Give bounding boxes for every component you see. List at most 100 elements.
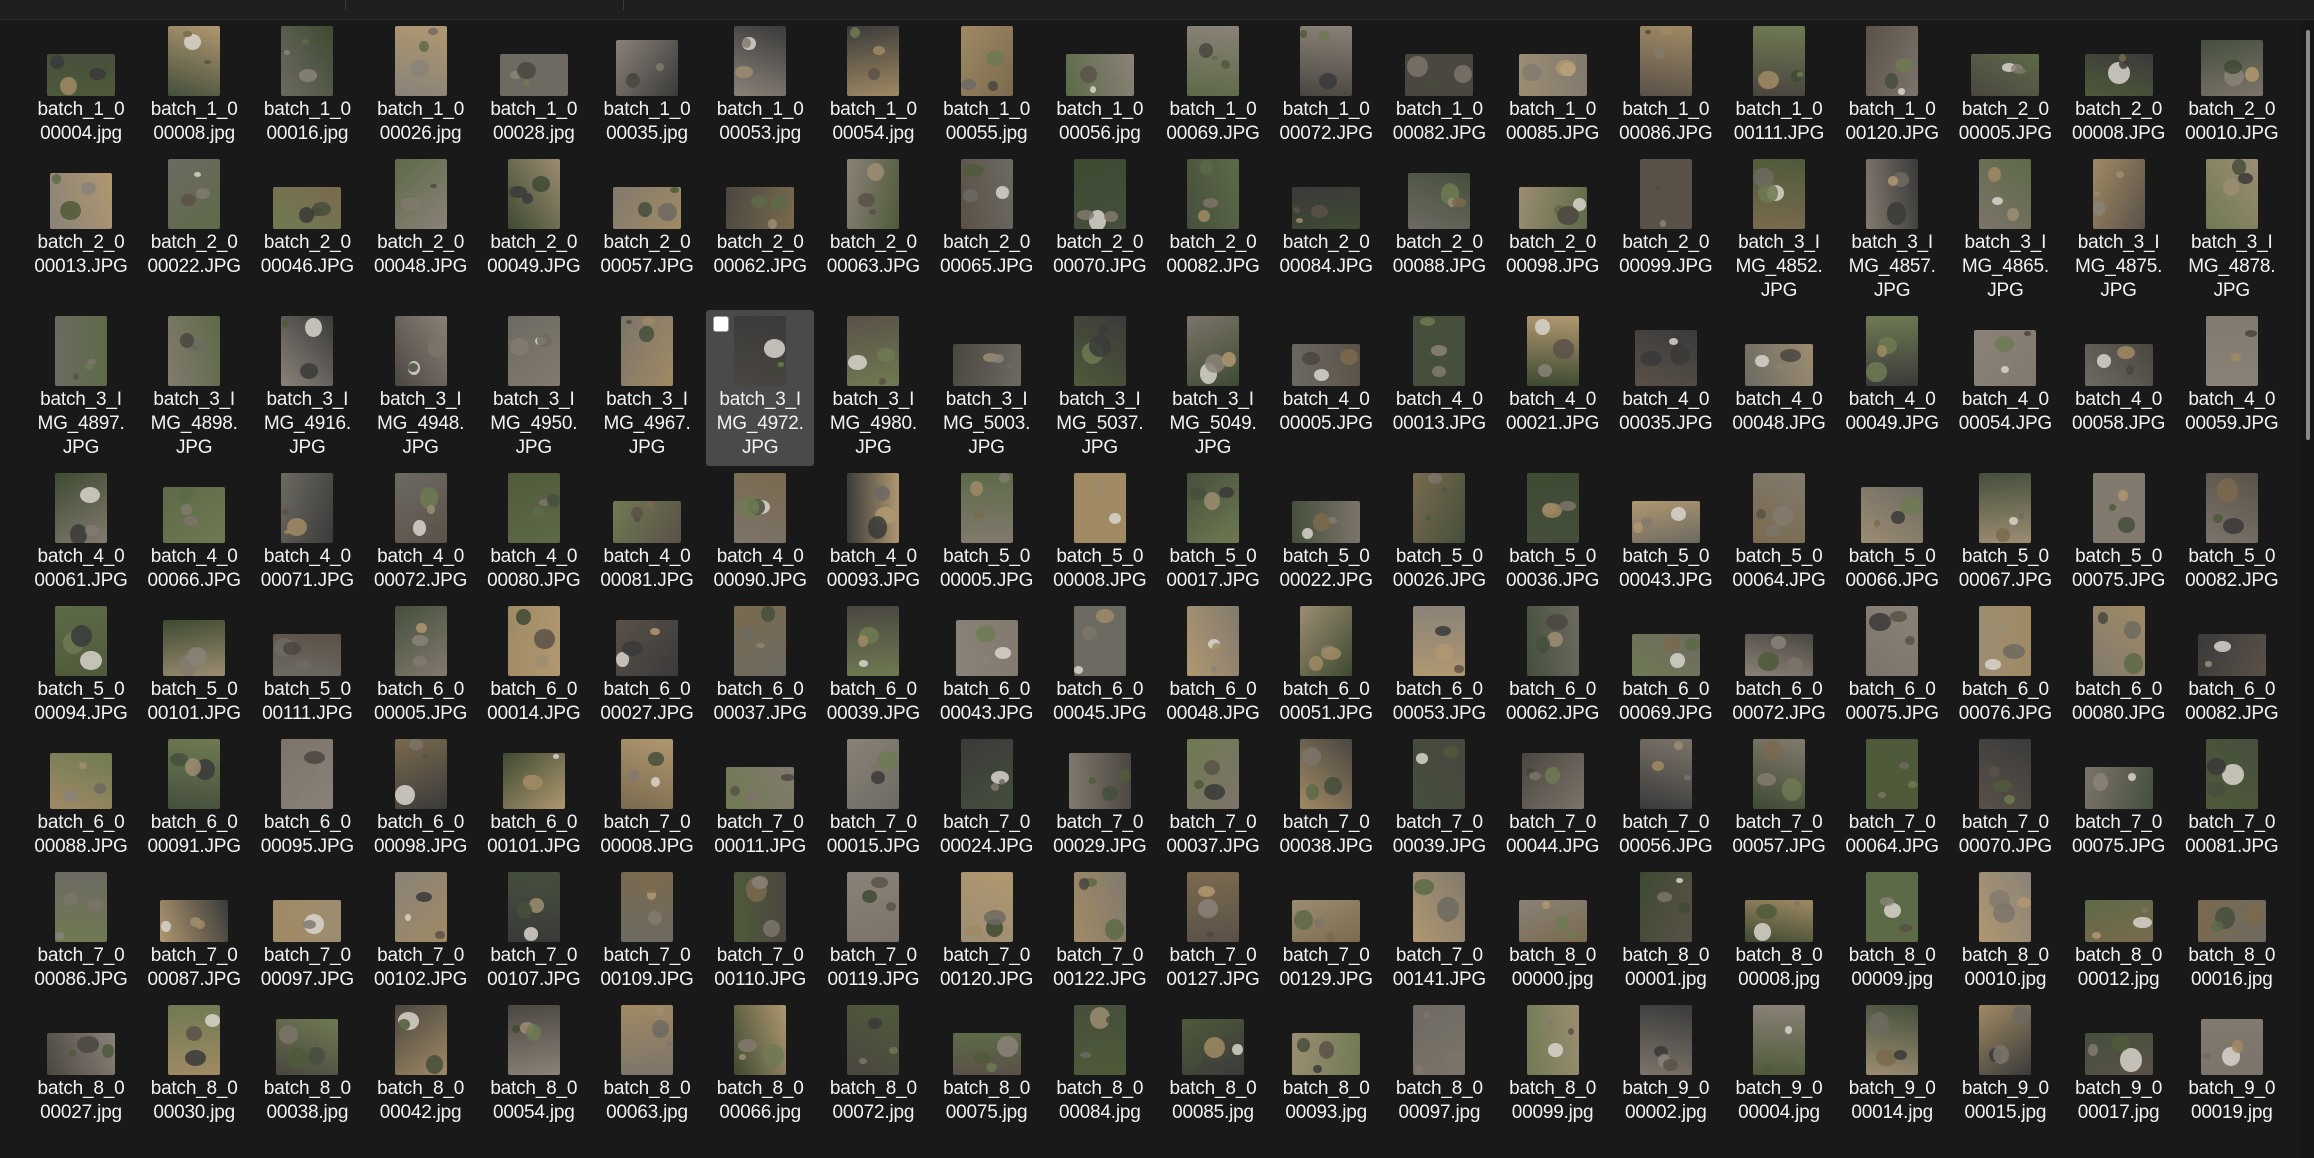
file-item[interactable]: batch_8_0 00085.jpg xyxy=(1159,999,1267,1131)
file-item[interactable]: batch_6_0 00075.JPG xyxy=(1838,600,1946,732)
file-item[interactable]: batch_8_0 00030.jpg xyxy=(140,999,248,1131)
file-item[interactable]: batch_2_0 00046.JPG xyxy=(253,153,361,285)
file-item[interactable]: batch_7_0 00056.JPG xyxy=(1612,733,1720,865)
file-item[interactable]: batch_8_0 00000.jpg xyxy=(1499,866,1607,998)
file-item[interactable]: batch_8_0 00075.jpg xyxy=(933,999,1041,1131)
file-item[interactable]: batch_8_0 00066.jpg xyxy=(706,999,814,1131)
file-item[interactable]: batch_8_0 00042.jpg xyxy=(367,999,475,1131)
file-item[interactable]: batch_1_0 00111.JPG xyxy=(1725,20,1833,152)
file-item[interactable]: batch_2_0 00048.JPG xyxy=(367,153,475,285)
file-item[interactable]: batch_7_0 00141.JPG xyxy=(1385,866,1493,998)
file-item[interactable]: batch_8_0 00072.jpg xyxy=(819,999,927,1131)
file-item[interactable]: batch_3_I MG_5037. JPG xyxy=(1046,310,1154,466)
file-item[interactable]: batch_6_0 00005.JPG xyxy=(367,600,475,732)
file-item[interactable]: batch_7_0 00039.JPG xyxy=(1385,733,1493,865)
file-item[interactable]: batch_9_0 00004.jpg xyxy=(1725,999,1833,1131)
file-item[interactable]: batch_6_0 00051.JPG xyxy=(1272,600,1380,732)
file-item[interactable]: batch_2_0 00057.JPG xyxy=(593,153,701,285)
file-item[interactable]: batch_4_0 00081.JPG xyxy=(593,467,701,599)
file-item[interactable]: batch_1_0 00056.jpg xyxy=(1046,20,1154,152)
file-item[interactable]: batch_4_0 00035.JPG xyxy=(1612,310,1720,442)
file-item[interactable]: batch_4_0 00072.JPG xyxy=(367,467,475,599)
file-item[interactable]: batch_4_0 00066.JPG xyxy=(140,467,248,599)
file-item[interactable]: batch_7_0 00038.JPG xyxy=(1272,733,1380,865)
file-item[interactable]: batch_7_0 00127.JPG xyxy=(1159,866,1267,998)
select-checkbox[interactable] xyxy=(713,316,730,332)
file-item[interactable]: batch_4_0 00071.JPG xyxy=(253,467,361,599)
file-item[interactable]: batch_6_0 00027.JPG xyxy=(593,600,701,732)
file-item[interactable]: batch_7_0 00075.JPG xyxy=(2065,733,2173,865)
file-item[interactable]: batch_3_I MG_4948. JPG xyxy=(367,310,475,466)
file-item[interactable]: batch_2_0 00065.JPG xyxy=(933,153,1041,285)
file-item[interactable]: batch_8_0 00001.jpg xyxy=(1612,866,1720,998)
file-item[interactable]: batch_2_0 00010.JPG xyxy=(2178,20,2286,152)
file-item[interactable]: batch_3_I MG_4878. JPG xyxy=(2178,153,2286,309)
file-item[interactable]: batch_3_I MG_4972. JPG xyxy=(706,310,815,466)
file-item[interactable]: batch_4_0 00021.JPG xyxy=(1499,310,1607,442)
file-item[interactable]: batch_3_I MG_4967. JPG xyxy=(593,310,701,466)
file-item[interactable]: batch_6_0 00045.JPG xyxy=(1046,600,1154,732)
file-item[interactable]: batch_6_0 00048.JPG xyxy=(1159,600,1267,732)
file-item[interactable]: batch_2_0 00088.JPG xyxy=(1385,153,1493,285)
file-item[interactable]: batch_2_0 00062.JPG xyxy=(706,153,814,285)
file-item[interactable]: batch_1_0 00053.jpg xyxy=(706,20,814,152)
file-item[interactable]: batch_5_0 00022.JPG xyxy=(1272,467,1380,599)
file-item[interactable]: batch_8_0 00097.jpg xyxy=(1385,999,1493,1131)
file-item[interactable]: batch_4_0 00049.JPG xyxy=(1838,310,1946,442)
file-item[interactable]: batch_5_0 00036.JPG xyxy=(1499,467,1607,599)
file-item[interactable]: batch_5_0 00067.JPG xyxy=(1951,467,2059,599)
file-item[interactable]: batch_6_0 00082.JPG xyxy=(2178,600,2286,732)
file-item[interactable]: batch_5_0 00005.JPG xyxy=(933,467,1041,599)
file-item[interactable]: batch_4_0 00054.JPG xyxy=(1951,310,2059,442)
file-item[interactable]: batch_3_I MG_4916. JPG xyxy=(253,310,361,466)
file-item[interactable]: batch_5_0 00094.JPG xyxy=(27,600,135,732)
file-item[interactable]: batch_3_I MG_4857. JPG xyxy=(1838,153,1946,309)
file-item[interactable]: batch_7_0 00037.JPG xyxy=(1159,733,1267,865)
file-item[interactable]: batch_4_0 00005.JPG xyxy=(1272,310,1380,442)
file-item[interactable]: batch_5_0 00082.JPG xyxy=(2178,467,2286,599)
file-item[interactable]: batch_2_0 00013.JPG xyxy=(27,153,135,285)
file-item[interactable]: batch_1_0 00069.JPG xyxy=(1159,20,1267,152)
file-item[interactable]: batch_2_0 00070.JPG xyxy=(1046,153,1154,285)
file-item[interactable]: batch_5_0 00008.JPG xyxy=(1046,467,1154,599)
file-item[interactable]: batch_6_0 00101.JPG xyxy=(480,733,588,865)
file-item[interactable]: batch_8_0 00027.jpg xyxy=(27,999,135,1131)
file-item[interactable]: batch_1_0 00026.jpg xyxy=(367,20,475,152)
file-item[interactable]: batch_8_0 00012.jpg xyxy=(2065,866,2173,998)
file-item[interactable]: batch_1_0 00085.JPG xyxy=(1499,20,1607,152)
file-item[interactable]: batch_8_0 00010.jpg xyxy=(1951,866,2059,998)
file-item[interactable]: batch_7_0 00102.JPG xyxy=(367,866,475,998)
file-item[interactable]: batch_7_0 00129.JPG xyxy=(1272,866,1380,998)
file-item[interactable]: batch_8_0 00016.jpg xyxy=(2178,866,2286,998)
file-item[interactable]: batch_9_0 00002.jpg xyxy=(1612,999,1720,1131)
file-item[interactable]: batch_7_0 00110.JPG xyxy=(706,866,814,998)
file-item[interactable]: batch_7_0 00024.JPG xyxy=(933,733,1041,865)
file-item[interactable]: batch_8_0 00009.jpg xyxy=(1838,866,1946,998)
file-item[interactable]: batch_5_0 00075.JPG xyxy=(2065,467,2173,599)
file-item[interactable]: batch_1_0 00086.JPG xyxy=(1612,20,1720,152)
file-item[interactable]: batch_6_0 00072.JPG xyxy=(1725,600,1833,732)
file-item[interactable]: batch_7_0 00044.JPG xyxy=(1499,733,1607,865)
file-item[interactable]: batch_1_0 00028.jpg xyxy=(480,20,588,152)
file-item[interactable]: batch_1_0 00054.jpg xyxy=(819,20,927,152)
file-item[interactable]: batch_5_0 00066.JPG xyxy=(1838,467,1946,599)
file-item[interactable]: batch_4_0 00061.JPG xyxy=(27,467,135,599)
file-item[interactable]: batch_8_0 00093.jpg xyxy=(1272,999,1380,1131)
file-item[interactable]: batch_6_0 00037.JPG xyxy=(706,600,814,732)
file-item[interactable]: batch_5_0 00043.JPG xyxy=(1612,467,1720,599)
file-item[interactable]: batch_6_0 00053.JPG xyxy=(1385,600,1493,732)
file-item[interactable]: batch_7_0 00087.JPG xyxy=(140,866,248,998)
file-item[interactable]: batch_1_0 00008.jpg xyxy=(140,20,248,152)
file-item[interactable]: batch_3_I MG_4950. JPG xyxy=(480,310,588,466)
file-item[interactable]: batch_7_0 00097.JPG xyxy=(253,866,361,998)
file-item[interactable]: batch_9_0 00014.jpg xyxy=(1838,999,1946,1131)
file-item[interactable]: batch_4_0 00048.JPG xyxy=(1725,310,1833,442)
file-item[interactable]: batch_5_0 00026.JPG xyxy=(1385,467,1493,599)
file-item[interactable]: batch_7_0 00119.JPG xyxy=(819,866,927,998)
file-item[interactable]: batch_3_I MG_5049. JPG xyxy=(1159,310,1267,466)
file-item[interactable]: batch_3_I MG_5003. JPG xyxy=(933,310,1041,466)
file-item[interactable]: batch_7_0 00109.JPG xyxy=(593,866,701,998)
file-item[interactable]: batch_5_0 00017.JPG xyxy=(1159,467,1267,599)
file-item[interactable]: batch_8_0 00099.jpg xyxy=(1499,999,1607,1131)
file-item[interactable]: batch_7_0 00122.JPG xyxy=(1046,866,1154,998)
